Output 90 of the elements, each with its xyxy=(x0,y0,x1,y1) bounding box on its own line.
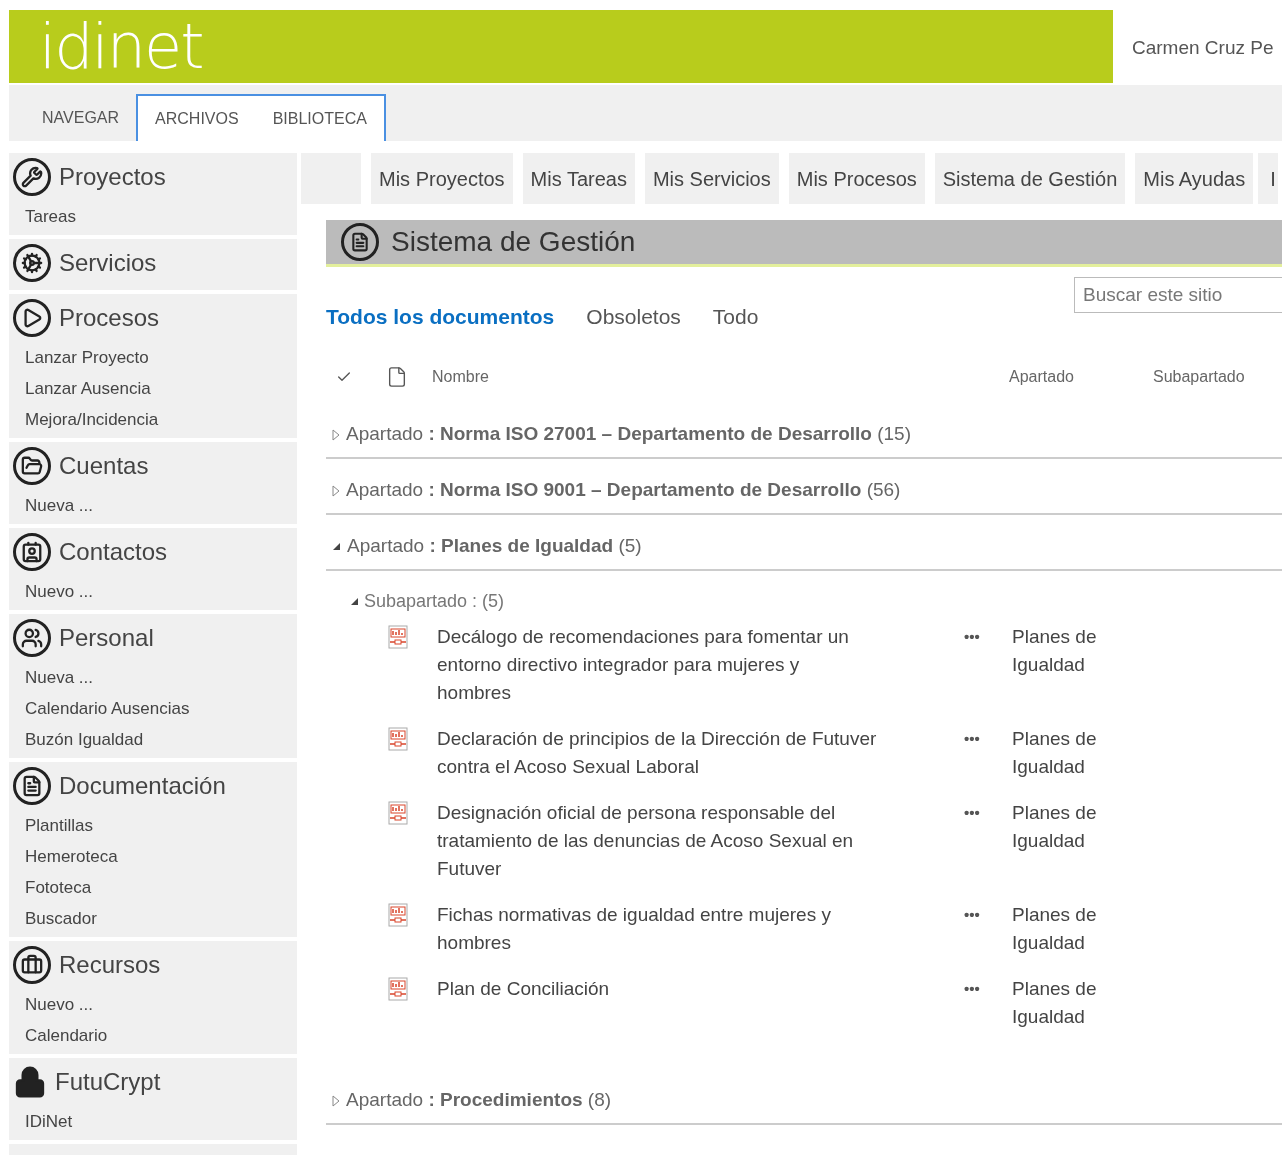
document-link[interactable]: Designación oficial de persona responsable del tratamiento de las denuncias de Acoso Sexual en Futuver xyxy=(437,798,877,883)
group-title: Apartado : Procedimientos (8) xyxy=(346,1088,612,1113)
sidebar-link[interactable]: Tareas xyxy=(13,201,297,232)
nav-tab[interactable]: Mis Procesos xyxy=(788,153,925,204)
sidebar-heading[interactable]: Personal xyxy=(59,620,154,656)
document-icon xyxy=(341,223,379,261)
table-cell-text: Planes de Igualdad xyxy=(1012,624,1098,677)
file-icon xyxy=(386,365,408,388)
lock-icon xyxy=(13,1064,47,1100)
sidebar-heading[interactable]: FutuCrypt xyxy=(55,1064,161,1100)
nav-tab[interactable]: Mis Tareas xyxy=(522,153,635,204)
sidebar-heading[interactable]: Cuentas xyxy=(59,448,149,484)
gears-icon xyxy=(13,244,51,282)
sidebar-link[interactable]: Plantillas xyxy=(13,810,297,841)
contact-card-icon xyxy=(13,533,51,571)
table-cell-text: Planes de Igualdad xyxy=(1012,800,1098,853)
more-options-button[interactable]: ••• xyxy=(964,798,1004,827)
document-link[interactable]: Fichas normativas de igualdad entre mujeres y hombres xyxy=(437,900,877,957)
document-link[interactable]: Declaración de principios de la Dirección de Futuver contra el Acoso Sexual Laboral xyxy=(437,724,877,781)
sidebar-heading[interactable]: Documentación xyxy=(59,768,226,804)
subgroup-title: Subapartado : (5) xyxy=(364,590,505,613)
collapsed-triangle-icon[interactable] xyxy=(332,484,340,497)
group-header[interactable]: Apartado : Norma ISO 9001 – Departamento de Desarrollo (56) xyxy=(326,458,1282,515)
more-options-button[interactable]: ••• xyxy=(964,974,1004,1003)
ribbon-tab[interactable]: ARCHIVOS xyxy=(136,94,256,141)
nav-tab[interactable]: Mis Ayudas xyxy=(1135,153,1254,204)
sidebar-link[interactable]: Nueva ... xyxy=(13,490,297,521)
sidebar-link[interactable]: Nuevo ... xyxy=(13,576,297,607)
play-icon xyxy=(13,299,51,337)
sidebar-heading[interactable]: Servicios xyxy=(59,245,157,281)
group-header[interactable]: Apartado : Norma ISO 27001 – Departamento de Desarrollo (15) xyxy=(326,402,1282,459)
pdf-file-icon xyxy=(387,976,409,1001)
sidebar-heading[interactable]: Proyectos xyxy=(59,159,166,195)
sidebar-link[interactable]: Lanzar Ausencia xyxy=(13,373,297,404)
nav-tab[interactable]: I xyxy=(1258,153,1278,204)
table-cell-text: Planes de Igualdad xyxy=(1012,726,1098,779)
table-cell-text: Planes de Igualdad xyxy=(1012,902,1098,955)
more-options-button[interactable]: ••• xyxy=(964,724,1004,753)
sidebar-link[interactable]: Buzón Igualdad xyxy=(13,724,297,755)
table-cell-text: Planes de Igualdad xyxy=(1012,976,1098,1029)
document-link[interactable]: Decálogo de recomendaciones para fomentar un entorno directivo integrador para mujeres y hombres xyxy=(437,622,877,707)
expanded-triangle-icon[interactable] xyxy=(332,542,341,551)
group-title: Apartado : Norma ISO 9001 – Departamento de Desarrollo (56) xyxy=(346,478,901,503)
view-link[interactable]: Todos los documentos xyxy=(326,301,555,333)
expanded-triangle-icon[interactable] xyxy=(350,597,359,606)
nav-tab[interactable]: Sistema de Gestión xyxy=(934,153,1126,204)
pdf-file-icon xyxy=(387,726,409,751)
collapsed-triangle-icon[interactable] xyxy=(332,428,340,441)
more-options-button[interactable]: ••• xyxy=(964,622,1004,651)
document-icon xyxy=(13,767,51,805)
sidebar-link[interactable]: Lanzar Proyecto xyxy=(13,342,297,373)
sidebar-link[interactable]: Mejora/Incidencia xyxy=(13,404,297,435)
sidebar-heading[interactable]: Contactos xyxy=(59,534,168,570)
sidebar-link[interactable]: Calendario xyxy=(13,1020,297,1051)
sidebar-link[interactable]: IDiNet xyxy=(13,1106,297,1137)
document-link[interactable]: Plan de Conciliación xyxy=(437,974,877,1003)
collapsed-triangle-icon[interactable] xyxy=(332,1094,340,1107)
pdf-file-icon xyxy=(387,800,409,825)
sidebar-heading[interactable]: Procesos xyxy=(59,300,160,336)
more-options-button[interactable]: ••• xyxy=(964,900,1004,929)
sidebar-link[interactable]: Nueva ... xyxy=(13,662,297,693)
column-header[interactable]: Nombre xyxy=(432,364,1009,389)
tools-icon xyxy=(13,158,51,196)
sidebar-link[interactable]: Nuevo ... xyxy=(13,989,297,1020)
sidebar-link[interactable]: Hemeroteca xyxy=(13,841,297,872)
nav-tab[interactable]: Mis Servicios xyxy=(644,153,779,204)
pdf-file-icon xyxy=(387,902,409,927)
column-header[interactable]: Apartado xyxy=(1009,364,1153,389)
sidebar-heading[interactable]: Recursos xyxy=(59,947,161,983)
sidebar-link[interactable]: Calendario Ausencias xyxy=(13,693,297,724)
search-field[interactable]: Buscar este sitio xyxy=(1074,277,1282,313)
view-link[interactable]: Todo xyxy=(712,301,759,333)
pdf-file-icon xyxy=(387,624,409,649)
group-title: Apartado : Planes de Igualdad (5) xyxy=(347,534,642,559)
folder-icon xyxy=(13,447,51,485)
sidebar-link[interactable]: Buscador xyxy=(13,903,297,934)
column-header[interactable]: Subapartado xyxy=(1153,364,1245,389)
briefcase-icon xyxy=(13,946,51,984)
ribbon-tab[interactable]: BIBLIOTECA xyxy=(255,94,386,141)
group-title: Apartado : Norma ISO 27001 – Departamento de Desarrollo (15) xyxy=(346,422,911,447)
ribbon-tab[interactable]: NAVEGAR xyxy=(25,94,137,141)
group-header[interactable]: Apartado : Planes de Igualdad (5) xyxy=(326,514,1282,571)
page-title: Sistema de Gestión xyxy=(391,225,636,259)
sidebar-link[interactable]: Fototeca xyxy=(13,872,297,903)
subgroup-header[interactable]: Subapartado : (5) xyxy=(326,586,1282,617)
user-name[interactable]: Carmen Cruz Pe xyxy=(1132,34,1274,83)
people-icon xyxy=(13,619,51,657)
nav-tab[interactable]: Mis Proyectos xyxy=(371,153,513,204)
group-header[interactable]: Apartado : Procedimientos (8) xyxy=(326,1068,1282,1125)
view-link[interactable]: Obsoletos xyxy=(586,301,681,333)
